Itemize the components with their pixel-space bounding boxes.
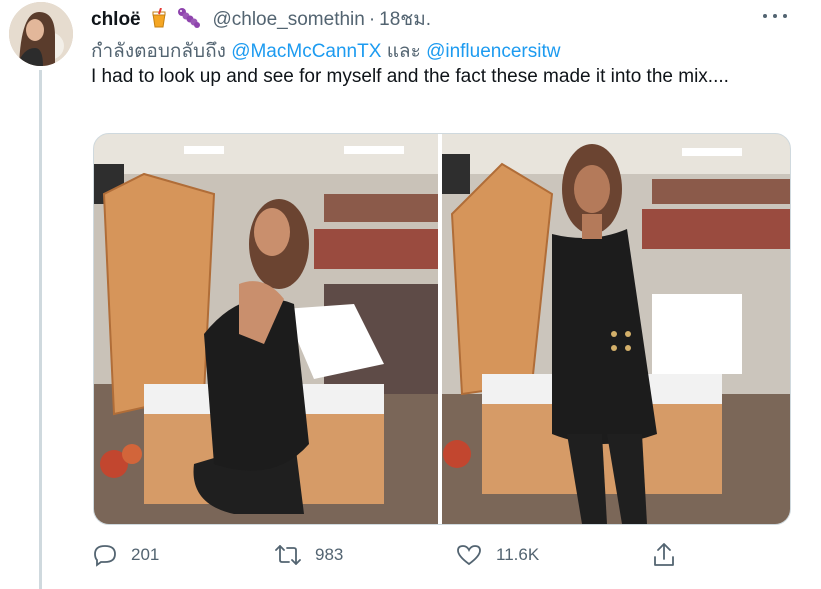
tweet-text: I had to look up and see for myself and … <box>91 66 729 87</box>
retweet-count: 983 <box>315 545 344 564</box>
share-button[interactable] <box>652 540 676 570</box>
caterpillar-icon <box>177 6 201 34</box>
mention-link[interactable]: @influencersitw <box>426 41 560 62</box>
media-grid <box>93 133 791 525</box>
tweet-header: chloë @chloe_somethin · 18ชม. <box>91 4 431 30</box>
reply-button[interactable]: 201 <box>93 540 159 570</box>
display-name[interactable]: chloë <box>91 9 141 30</box>
replying-to-joiner: และ <box>386 41 421 62</box>
avatar-image <box>9 2 73 66</box>
action-bar: 201 983 11.6K <box>91 540 791 570</box>
beverage-icon <box>150 7 168 34</box>
tweet-photo[interactable] <box>442 134 790 524</box>
replying-to: กำลังตอบกลับถึง @MacMcCannTX และ @influe… <box>91 36 560 66</box>
like-button[interactable]: 11.6K <box>456 540 539 570</box>
thread-line <box>39 70 42 589</box>
reply-count: 201 <box>131 545 160 564</box>
tweet-photo[interactable] <box>94 134 438 524</box>
separator-dot: · <box>368 9 376 30</box>
reply-icon <box>93 543 117 567</box>
replying-to-label: กำลังตอบกลับถึง <box>91 41 226 62</box>
user-handle[interactable]: @chloe_somethin <box>212 9 364 30</box>
timestamp[interactable]: 18ชม. <box>379 9 431 30</box>
retweet-button[interactable]: 983 <box>275 540 343 570</box>
more-options-icon[interactable] <box>761 4 789 26</box>
retweet-icon <box>275 543 301 567</box>
heart-icon <box>456 543 482 567</box>
avatar[interactable] <box>9 2 73 66</box>
like-count: 11.6K <box>496 545 540 564</box>
share-icon <box>652 542 676 568</box>
mention-link[interactable]: @MacMcCannTX <box>231 41 381 62</box>
